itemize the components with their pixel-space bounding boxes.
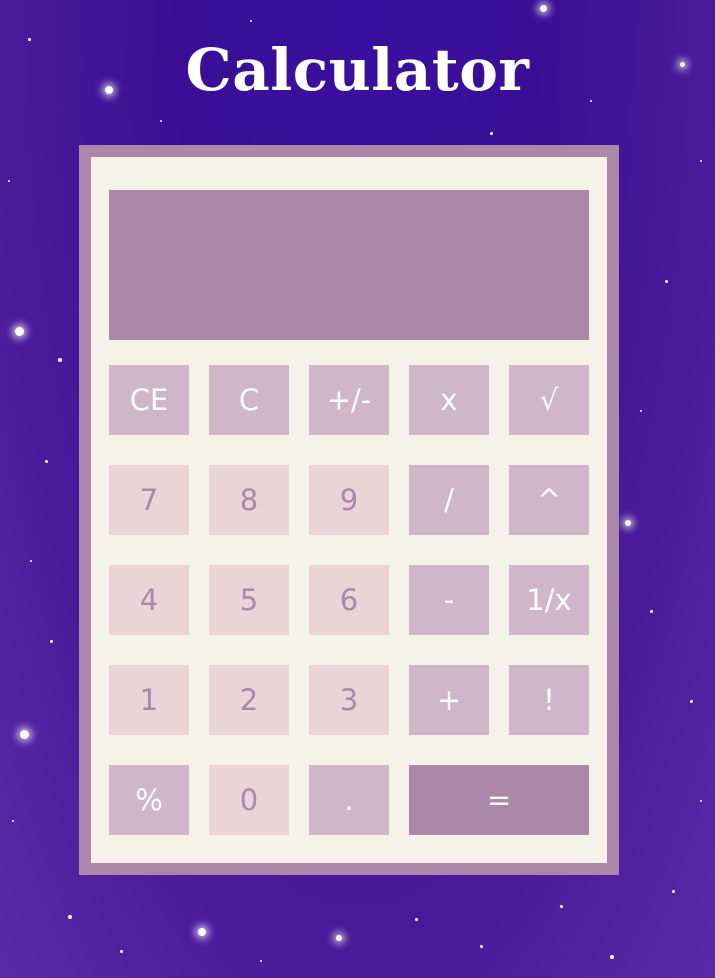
page-title: Calculator	[185, 36, 530, 104]
calculator-display	[109, 190, 589, 340]
digit-7-button[interactable]: 7	[109, 465, 189, 535]
percent-button[interactable]: %	[109, 765, 189, 835]
digit-2-button[interactable]: 2	[209, 665, 289, 735]
multiply-button[interactable]: x	[409, 365, 489, 435]
digit-8-button[interactable]: 8	[209, 465, 289, 535]
divide-button[interactable]: /	[409, 465, 489, 535]
square-root-button[interactable]: √	[509, 365, 589, 435]
add-button[interactable]: +	[409, 665, 489, 735]
toggle-sign-button[interactable]: +/-	[309, 365, 389, 435]
digit-0-button[interactable]: 0	[209, 765, 289, 835]
digit-3-button[interactable]: 3	[309, 665, 389, 735]
clear-button[interactable]: C	[209, 365, 289, 435]
subtract-button[interactable]: -	[409, 565, 489, 635]
factorial-button[interactable]: !	[509, 665, 589, 735]
decimal-point-button[interactable]: .	[309, 765, 389, 835]
digit-5-button[interactable]: 5	[209, 565, 289, 635]
reciprocal-button[interactable]: 1/x	[509, 565, 589, 635]
digit-1-button[interactable]: 1	[109, 665, 189, 735]
power-button[interactable]: ^	[509, 465, 589, 535]
clear-entry-button[interactable]: CE	[109, 365, 189, 435]
digit-6-button[interactable]: 6	[309, 565, 389, 635]
digit-9-button[interactable]: 9	[309, 465, 389, 535]
digit-4-button[interactable]: 4	[109, 565, 189, 635]
equals-button[interactable]: =	[409, 765, 589, 835]
